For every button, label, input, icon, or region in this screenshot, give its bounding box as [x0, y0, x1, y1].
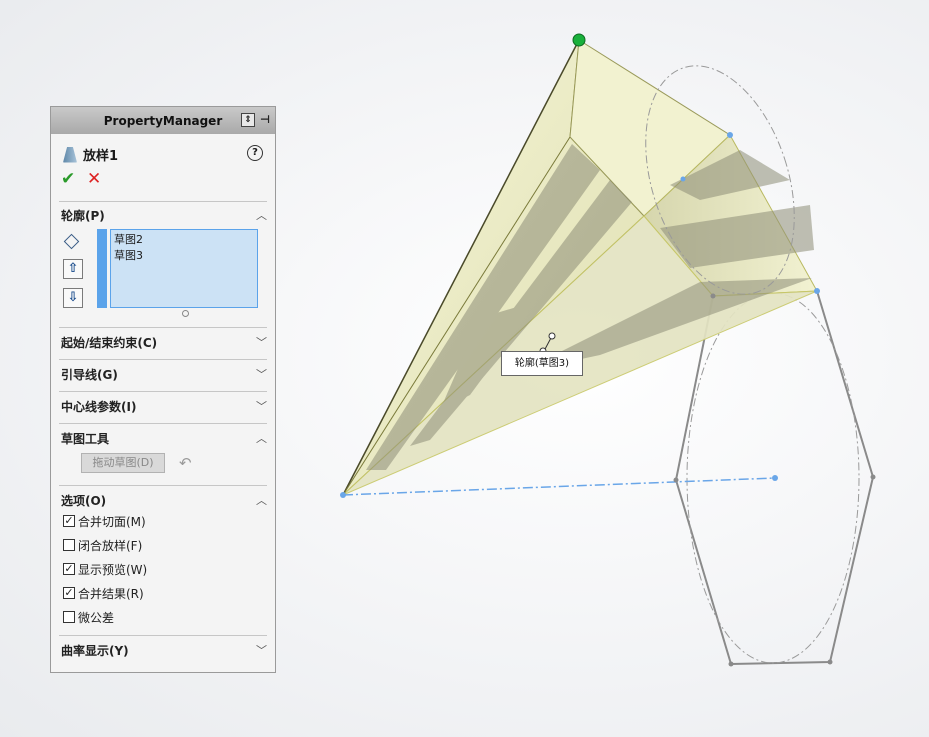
feature-title-row: 放样1 [63, 145, 118, 164]
pm-title: PropertyManager [103, 113, 223, 128]
section-sketch-tools[interactable]: 草图工具 ︿ [61, 430, 267, 448]
list-item[interactable]: 草图2 [114, 232, 254, 248]
chevron-down-icon[interactable]: ﹀ [256, 398, 267, 414]
option-label: 微公差 [78, 610, 115, 625]
checkbox[interactable]: ✓ [63, 587, 75, 599]
section-label: 草图工具 [61, 432, 110, 446]
divider [59, 485, 267, 486]
section-start-end-constraints[interactable]: 起始/结束约束(C) ﹀ [61, 334, 267, 352]
cancel-button[interactable]: ✕ [87, 169, 101, 189]
selection-strip [97, 229, 107, 308]
ok-button[interactable]: ✔ [61, 169, 75, 189]
section-label: 引导线(G) [61, 368, 118, 382]
vertex-point[interactable] [727, 132, 733, 138]
divider [59, 635, 267, 636]
section-label: 选项(O) [61, 494, 107, 508]
connector-handle[interactable] [572, 33, 586, 47]
profile-icon [63, 233, 80, 250]
chevron-up-icon[interactable]: ︿ [256, 430, 267, 446]
section-label: 中心线参数(I) [61, 400, 137, 414]
list-item[interactable]: 草图3 [114, 248, 254, 264]
section-guide-curves[interactable]: 引导线(G) ﹀ [61, 366, 267, 384]
option-close-loft[interactable]: 闭合放样(F) [63, 537, 142, 553]
move-down-button[interactable]: ⇩ [63, 288, 83, 308]
divider [59, 201, 267, 202]
loft-icon [63, 146, 77, 163]
chevron-up-icon[interactable]: ︿ [256, 207, 267, 223]
divider [59, 423, 267, 424]
option-label: 显示预览(W) [78, 562, 148, 577]
section-profiles[interactable]: 轮廓(P) ︿ [61, 207, 267, 225]
centerline [342, 477, 776, 496]
undo-icon[interactable]: ↶ [179, 454, 192, 472]
feature-name: 放样1 [83, 149, 119, 164]
checkbox[interactable] [63, 539, 75, 551]
checkbox[interactable] [63, 611, 75, 623]
help-icon[interactable]: ? [247, 145, 263, 161]
divider [59, 391, 267, 392]
chevron-down-icon[interactable]: ﹀ [256, 366, 267, 382]
option-label: 闭合放样(F) [78, 538, 143, 553]
profile-tooltip[interactable]: 轮廓(草图3) [501, 351, 583, 376]
option-show-preview[interactable]: ✓ 显示预览(W) [63, 561, 147, 577]
option-merge-tangent[interactable]: ✓ 合并切面(M) [63, 513, 146, 529]
divider [59, 359, 267, 360]
vertex-point[interactable] [814, 288, 820, 294]
option-label: 合并切面(M) [78, 514, 146, 529]
expand-icon[interactable]: ⇕ [241, 113, 255, 127]
pm-header: PropertyManager ⇕ ⊣ [51, 107, 275, 134]
tooltip-anchor [548, 332, 556, 340]
section-options[interactable]: 选项(O) ︿ [61, 492, 267, 510]
option-label: 合并结果(R) [78, 586, 144, 601]
divider [59, 327, 267, 328]
chevron-down-icon[interactable]: ﹀ [256, 334, 267, 350]
option-micro-tolerance[interactable]: 微公差 [63, 609, 114, 625]
section-label: 曲率显示(Y) [61, 644, 129, 658]
property-manager: PropertyManager ⇕ ⊣ 放样1 ? ✔ ✕ 轮廓(P) ︿ ⇧ … [50, 106, 276, 673]
vertex-point[interactable] [680, 176, 686, 182]
chevron-down-icon[interactable]: ﹀ [256, 642, 267, 658]
drag-sketch-button[interactable]: 拖动草图(D) [81, 453, 165, 473]
checkbox[interactable]: ✓ [63, 515, 75, 527]
centerline-end-point[interactable] [772, 475, 778, 481]
resize-handle[interactable] [182, 310, 189, 317]
section-curvature-display[interactable]: 曲率显示(Y) ﹀ [61, 642, 267, 660]
section-centerline-params[interactable]: 中心线参数(I) ﹀ [61, 398, 267, 416]
profiles-list[interactable]: 草图2 草图3 [110, 229, 258, 308]
section-label: 轮廓(P) [61, 209, 105, 223]
option-merge-result[interactable]: ✓ 合并结果(R) [63, 585, 144, 601]
section-label: 起始/结束约束(C) [61, 336, 158, 350]
pin-icon[interactable]: ⊣ [258, 113, 272, 127]
vertex-point[interactable] [340, 492, 346, 498]
checkbox[interactable]: ✓ [63, 563, 75, 575]
chevron-up-icon[interactable]: ︿ [256, 492, 267, 508]
move-up-button[interactable]: ⇧ [63, 259, 83, 279]
